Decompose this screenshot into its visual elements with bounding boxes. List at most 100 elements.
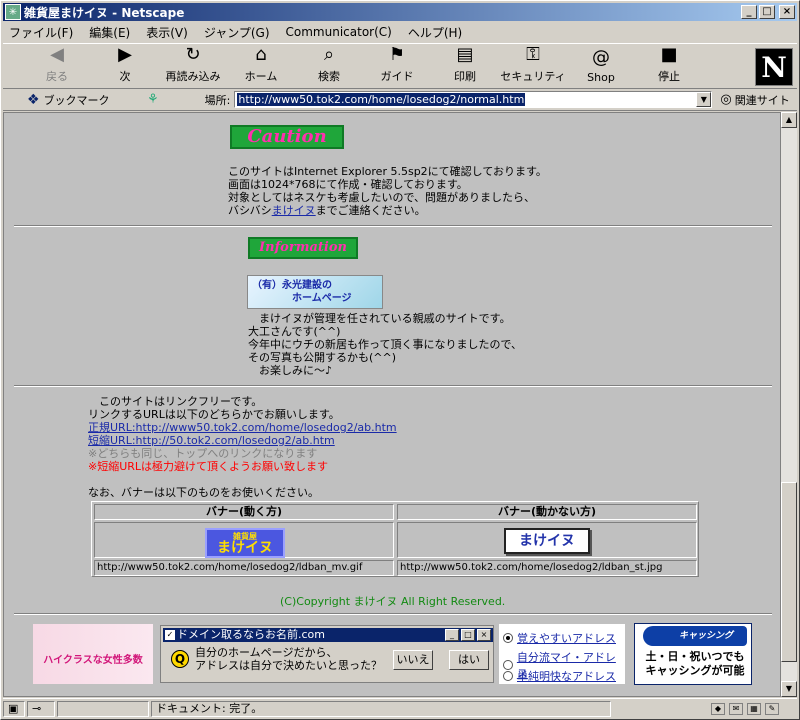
menu-go[interactable]: ジャンプ(G)	[204, 24, 270, 41]
bookmarks-button[interactable]: ❖ ブックマーク	[27, 92, 147, 108]
caution-line-4: バシバシまけイヌまでご連絡ください。	[228, 204, 426, 217]
print-button[interactable]: ▤ 印刷	[431, 44, 499, 88]
linkfree-line-2: リンクするURLは以下のどちらかでお願いします。	[88, 408, 340, 421]
stop-button[interactable]: ■ 停止	[635, 44, 703, 88]
cashing-text: 土・日・祝いつでも キャッシングが可能	[645, 650, 745, 677]
scroll-up-icon[interactable]: ▲	[781, 112, 797, 128]
location-toolbar: ❖ ブックマーク ⚘ 場所: http://www50.tok2.com/home…	[3, 89, 797, 111]
related-icon: ◎	[720, 92, 732, 107]
shop-icon: @	[592, 47, 610, 68]
ad-highclass-women[interactable]: ハイクラスな女性多数	[32, 623, 154, 685]
netscape-app-icon: ✳	[5, 4, 21, 20]
minimize-button[interactable]: _	[741, 5, 757, 19]
cashing-logo: キャッシング	[643, 626, 747, 646]
eiko-construction-banner[interactable]: （有）永光建設の ホームページ	[247, 275, 383, 309]
static-banner-image[interactable]: まけイヌ	[504, 528, 590, 554]
scroll-thumb[interactable]	[781, 482, 797, 662]
progress-bar	[57, 700, 149, 717]
back-button[interactable]: ◀ 戻る	[23, 44, 91, 88]
ad-no-button[interactable]: いいえ	[393, 650, 433, 670]
component-news-icon[interactable]: ▦	[747, 702, 761, 715]
security-button[interactable]: ⚿ セキュリティ	[499, 44, 567, 88]
ad-onamae-domain[interactable]: ✓ ドメイン取るならお名前.com _ □ × Q 自分のホームページだから、ア…	[160, 625, 494, 683]
menu-view[interactable]: 表示(V)	[146, 24, 188, 41]
home-button[interactable]: ⌂ ホーム	[227, 44, 295, 88]
ad-question: 自分のホームページだから、 アドレスは自分で決めたいと思った？	[195, 646, 382, 672]
shop-button[interactable]: @ Shop	[567, 44, 635, 88]
forward-arrow-icon: ▶	[118, 44, 132, 65]
menu-file[interactable]: ファイル(F)	[9, 24, 73, 41]
back-arrow-icon: ◀	[50, 44, 64, 65]
search-button[interactable]: ⌕ 検索	[295, 44, 363, 88]
ad-yes-button[interactable]: はい	[449, 650, 489, 670]
bookmark-icon: ❖	[27, 91, 40, 108]
print-icon: ▤	[456, 44, 474, 65]
banner-intro: なお、バナーは以下のものをお使いください。	[88, 486, 319, 499]
ad-cashing[interactable]: キャッシング 土・日・祝いつでも キャッシングが可能	[634, 623, 752, 685]
navigation-toolbar: ◀ 戻る ▶ 次 ↻ 再読み込み ⌂ ホーム ⌕ 検索 ⚑ ガイド ▤ 印刷 ⚿ セキュリティ …	[3, 43, 797, 89]
search-icon: ⌕	[323, 44, 335, 65]
linkfree-line-1: このサイトはリンクフリーです。	[88, 395, 263, 408]
related-sites-button[interactable]: ◎ 関連サイト	[720, 92, 789, 108]
location-label: 場所:	[204, 93, 231, 107]
scroll-down-icon[interactable]: ▼	[781, 681, 797, 697]
info-line-5: お楽しみに～♪	[248, 364, 333, 377]
question-icon: Q	[171, 650, 189, 668]
note-avoid-short: ※短縮URLは極力避けて頂くようお願い致します	[88, 460, 329, 473]
menu-bar: ファイル(F) 編集(E) 表示(V) ジャンプ(G) Communicator…	[3, 22, 797, 42]
reload-icon: ↻	[185, 44, 201, 65]
option-easy-address[interactable]: 覚えやすいアドレス	[503, 630, 616, 646]
info-line-1: まけイヌが管理を任されている親戚のサイトです。	[248, 312, 511, 325]
header-animated: バナー(動く方)	[94, 504, 394, 520]
status-text: ドキュメント: 完了。	[151, 700, 611, 717]
menu-edit[interactable]: 編集(E)	[89, 24, 130, 41]
info-line-4: その写真も公開するかも(^^)	[248, 351, 397, 364]
forward-button[interactable]: ▶ 次	[91, 44, 159, 88]
page-proxy-icon[interactable]: ⚘	[147, 92, 159, 107]
short-url-link[interactable]: 短縮URL:http://50.tok2.com/losedog2/ab.htm	[88, 435, 335, 447]
guide-button[interactable]: ⚑ ガイド	[363, 44, 431, 88]
caution-line-3: 対象としてはネスケも考慮したいので、問題がありましたら、	[228, 191, 536, 204]
note-same-link: ※どちらも同じ、トップへのリンクになります	[88, 447, 318, 460]
ad-address-options: 覚えやすいアドレス 自分流マイ・アドレス 単純明快なアドレス	[498, 623, 626, 685]
maximize-button[interactable]: □	[759, 5, 775, 19]
info-line-2: 大工さんです(^^)	[248, 325, 341, 338]
option-simple-address[interactable]: 単純明快なアドレス	[503, 668, 616, 684]
component-mail-icon[interactable]: ✉	[729, 702, 743, 715]
vertical-scrollbar[interactable]: ▲ ▼	[781, 112, 797, 697]
netscape-logo-icon[interactable]: N	[755, 48, 793, 86]
ad-domain-titlebar: ✓ ドメイン取るならお名前.com _ □ ×	[163, 628, 493, 642]
animated-banner-cell: 雑貨屋 まけイヌ	[94, 522, 394, 558]
contact-link[interactable]: まけイヌ	[272, 204, 316, 217]
component-navigator-icon[interactable]: ◆	[711, 702, 725, 715]
copyright: (C)Copyright まけイヌ All Right Reserved.	[280, 595, 506, 608]
official-url-link[interactable]: 正規URL:http://www50.tok2.com/home/losedog…	[88, 422, 397, 434]
caution-line-1: このサイトはInternet Explorer 5.5sp2にて確認しております…	[228, 165, 547, 178]
menu-communicator[interactable]: Communicator(C)	[286, 25, 392, 39]
static-banner-cell: まけイヌ	[397, 522, 697, 558]
divider	[14, 613, 772, 615]
connection-icon: ⊸	[27, 700, 55, 717]
menu-help[interactable]: ヘルプ(H)	[408, 24, 462, 41]
location-input[interactable]: http://www50.tok2.com/home/losedog2/norm…	[234, 91, 713, 108]
banner-table: バナー(動く方) バナー(動かない方) 雑貨屋 まけイヌ まけイヌ http://…	[91, 501, 699, 577]
radio-icon	[503, 633, 513, 643]
ad-close-icon: ×	[477, 629, 491, 641]
reload-button[interactable]: ↻ 再読み込み	[159, 44, 227, 88]
divider	[14, 225, 772, 227]
animated-banner-image[interactable]: 雑貨屋 まけイヌ	[205, 528, 285, 558]
close-button[interactable]: ×	[779, 5, 795, 19]
animated-banner-url: http://www50.tok2.com/home/losedog2/ldba…	[94, 560, 394, 576]
info-line-3: 今年中にウチの新居も作って頂く事になりましたので、	[248, 338, 523, 351]
title-bar: ✳ 雑貨屋まけイヌ - Netscape _ □ ×	[3, 3, 797, 21]
browser-window: ✳ 雑貨屋まけイヌ - Netscape _ □ × ファイル(F) 編集(E)…	[0, 0, 800, 720]
information-banner: Information	[248, 237, 358, 259]
radio-icon	[503, 671, 513, 681]
component-composer-icon[interactable]: ✎	[765, 702, 779, 715]
window-title: 雑貨屋まけイヌ - Netscape	[24, 5, 185, 20]
ad-max-icon: □	[461, 629, 475, 641]
url-dropdown-arrow-icon[interactable]: ▼	[696, 92, 712, 107]
status-bar: ▣ ⊸ ドキュメント: 完了。 ◆ ✉ ▦ ✎	[3, 698, 797, 718]
security-status-icon[interactable]: ▣	[3, 700, 25, 717]
stop-icon: ■	[660, 44, 678, 65]
